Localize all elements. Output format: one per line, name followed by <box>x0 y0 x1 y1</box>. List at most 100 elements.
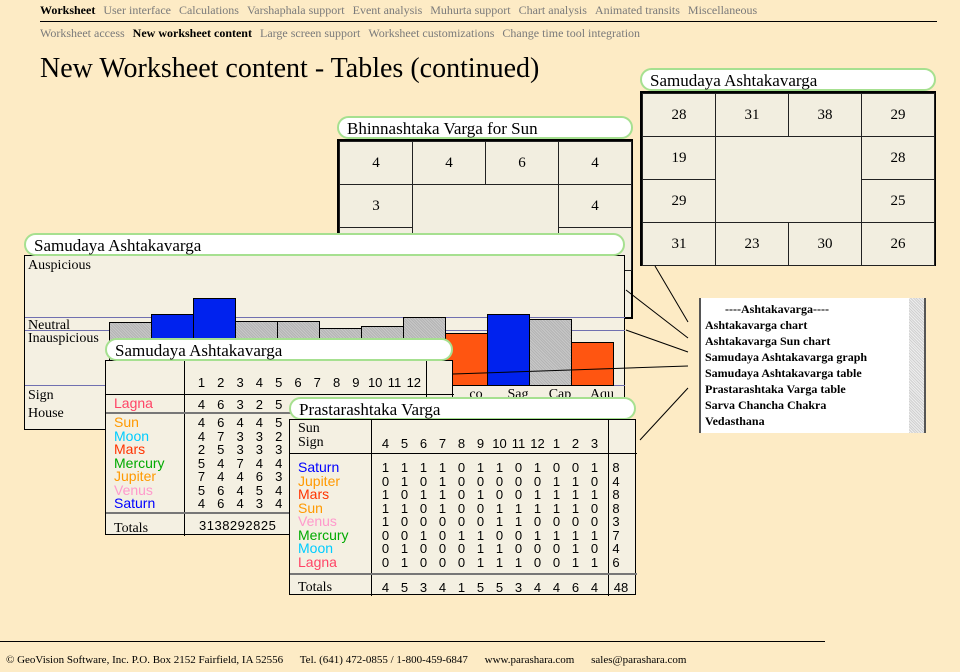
prastarashtaka-title: Prastarashtaka Varga <box>289 397 636 420</box>
cell-value: 1 <box>476 541 485 556</box>
cell-value: 0 <box>419 554 428 570</box>
footer-phone: Tel. (641) 472-0855 / 1-800-459-6847 <box>299 654 468 666</box>
cell-value: 0 <box>590 514 599 529</box>
cell-value: 0 <box>438 541 447 556</box>
nav-item-new-worksheet-content[interactable]: New worksheet content <box>133 26 252 40</box>
cell-value: 4 <box>255 455 263 471</box>
row-total: 8 <box>612 460 620 475</box>
sign-number: 9 <box>476 436 485 451</box>
cell-value: 0 <box>400 527 409 543</box>
sign-number: 1 <box>552 436 561 451</box>
cell-value: 0 <box>552 554 561 570</box>
cell-value: 5 <box>217 442 225 457</box>
row-total: 6 <box>612 554 620 570</box>
graph-bar <box>487 314 530 386</box>
cell-value: 0 <box>514 473 523 489</box>
primary-nav: Worksheet User interface Calculations Varsh… <box>40 3 765 18</box>
cell-value: 0 <box>495 473 504 489</box>
nav-item-user-interface[interactable]: User interface <box>103 3 171 17</box>
list-item[interactable]: Vedasthana <box>701 413 924 429</box>
bhinna-cell: 4 <box>339 141 413 185</box>
planet-name: Saturn <box>114 495 156 511</box>
cell-value: 1 <box>514 500 523 516</box>
samudaya-chakra-title: Samudaya Ashtakavarga <box>640 68 936 91</box>
list-item[interactable]: Samudaya Ashtakavarga table <box>701 365 924 381</box>
cell-value: 1 <box>590 554 599 570</box>
cell-value: 0 <box>514 541 523 556</box>
nav-item-miscellaneous[interactable]: Miscellaneous <box>688 3 757 17</box>
cell-value: 0 <box>457 541 466 556</box>
footer-email[interactable]: sales@parashara.com <box>591 654 686 666</box>
list-item[interactable]: Prastarashtaka Varga table <box>701 381 924 397</box>
nav-item-change-time-tool-integration[interactable]: Change time tool integration <box>502 26 640 40</box>
nav-item-worksheet-customizations[interactable]: Worksheet customizations <box>368 26 494 40</box>
cell-value: 6 <box>217 397 225 412</box>
cell-value: 5 <box>197 482 206 498</box>
graph-title: Samudaya Ashtakavarga <box>24 233 625 256</box>
cell-value: 6 <box>217 496 225 511</box>
nav-item-worksheet-access[interactable]: Worksheet access <box>40 26 125 40</box>
prastarashtaka-table: Sun Sign 4 5 6 7 8 9 10 11 12 1 2 3 Saturn 1 1 1 1 0 1 1 0 1 0 0 1… <box>289 419 637 596</box>
total-value: 4 <box>438 580 447 595</box>
chakra-cell: 19 <box>642 136 716 180</box>
cell-value: 1 <box>438 460 447 475</box>
cell-value: 1 <box>476 554 485 570</box>
col-divider <box>184 361 185 536</box>
inauspicious-label: Inauspicious <box>28 331 99 346</box>
total-value: 4 <box>590 580 599 595</box>
nav-item-worksheet[interactable]: Worksheet <box>40 3 95 17</box>
footer-divider <box>0 641 825 642</box>
cell-value: 4 <box>275 482 283 498</box>
nav-item-large-screen-support[interactable]: Large screen support <box>260 26 360 40</box>
house-number: 7 <box>313 375 321 390</box>
nav-item-animated-transits[interactable]: Animated transits <box>595 3 680 17</box>
cell-value: 6 <box>217 482 225 498</box>
cell-value: 1 <box>400 473 409 489</box>
cell-value: 0 <box>533 514 542 529</box>
scrollbar[interactable] <box>909 298 924 433</box>
total-value: 5 <box>495 580 504 595</box>
cell-value: 1 <box>495 554 504 570</box>
cell-value: 1 <box>571 554 580 570</box>
bhinnashtaka-title: Bhinnashtaka Varga for Sun <box>337 116 633 139</box>
nav-item-calculations[interactable]: Calculations <box>179 3 239 17</box>
footer-website[interactable]: www.parashara.com <box>485 654 575 666</box>
chakra-cell: 29 <box>861 93 935 137</box>
cell-value: 0 <box>419 541 428 556</box>
cell-value: 3 <box>275 442 283 457</box>
cell-value: 1 <box>552 487 561 502</box>
cell-value: 1 <box>381 514 390 529</box>
cell-value: 1 <box>476 527 485 543</box>
cell-value: 0 <box>552 514 561 529</box>
page-title: New Worksheet content - Tables (continue… <box>40 53 540 84</box>
cell-value: 0 <box>571 514 580 529</box>
row-total: 7 <box>612 527 620 543</box>
cell-value: 1 <box>476 487 485 502</box>
chakra-cell: 28 <box>642 93 716 137</box>
chakra-cell: 29 <box>642 179 716 223</box>
cell-value: 1 <box>533 500 542 516</box>
nav-item-chart-analysis[interactable]: Chart analysis <box>519 3 587 17</box>
cell-value: 0 <box>419 500 428 516</box>
list-item[interactable]: Ashtakavarga Sun chart <box>701 333 924 349</box>
cell-value: 0 <box>457 554 466 570</box>
chakra-cell: 23 <box>715 222 789 266</box>
ashtakavarga-list[interactable]: ----Ashtakavarga---- Ashtakavarga chart A… <box>699 298 926 433</box>
nav-item-muhurta-support[interactable]: Muhurta support <box>430 3 510 17</box>
list-item[interactable]: Samudaya Ashtakavarga graph <box>701 349 924 365</box>
cell-value: 4 <box>217 455 225 471</box>
bhinna-cell: 4 <box>412 141 486 185</box>
cell-value: 1 <box>514 514 523 529</box>
nav-item-varshaphala-support[interactable]: Varshaphala support <box>247 3 345 17</box>
sign-number: 6 <box>419 436 428 451</box>
cell-value: 2 <box>255 397 263 412</box>
cell-value: 0 <box>400 487 409 502</box>
cell-value: 1 <box>495 500 504 516</box>
cell-value: 1 <box>590 460 599 475</box>
list-item[interactable]: Ashtakavarga chart <box>701 317 924 333</box>
list-item[interactable]: Sarva Chancha Chakra <box>701 397 924 413</box>
nav-item-event-analysis[interactable]: Event analysis <box>353 3 423 17</box>
house-number: 11 <box>387 375 402 390</box>
cell-value: 1 <box>381 500 390 516</box>
sign-number: 4 <box>381 436 390 451</box>
